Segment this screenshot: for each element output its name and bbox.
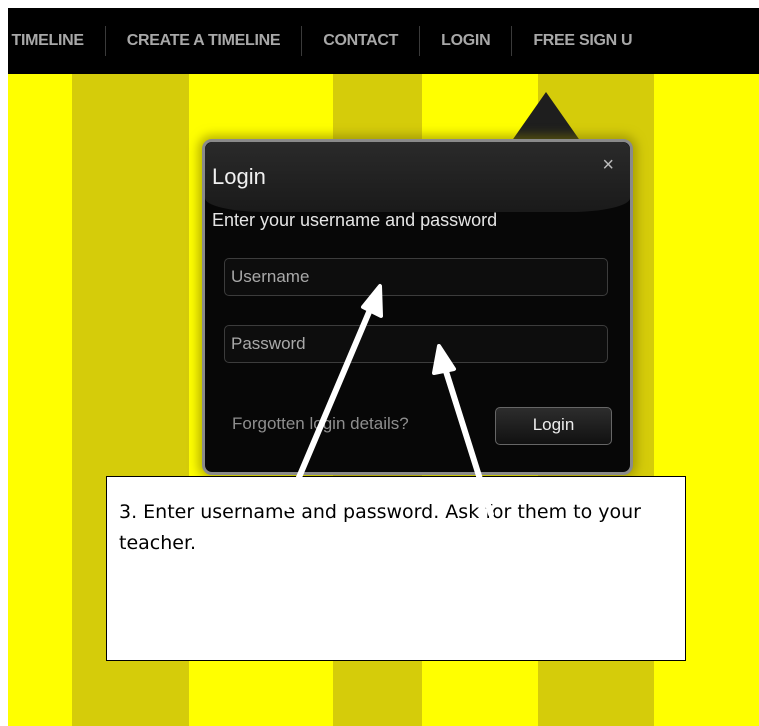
annotation-arrows bbox=[283, 284, 494, 517]
arrow-to-password bbox=[432, 344, 494, 517]
page-canvas: S TIMELINE CREATE A TIMELINE CONTACT LOG… bbox=[8, 8, 759, 726]
arrow-to-username bbox=[283, 284, 383, 511]
